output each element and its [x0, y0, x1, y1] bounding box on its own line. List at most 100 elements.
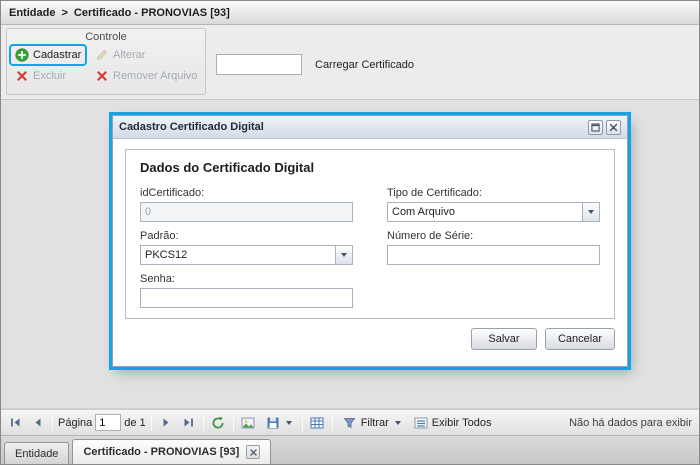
controle-group-title: Controle: [85, 31, 127, 43]
exibir-todos-button[interactable]: Exibir Todos: [409, 414, 497, 432]
padrao-combobox[interactable]: [140, 245, 353, 265]
dialog-header[interactable]: Cadastro Certificado Digital: [113, 116, 627, 139]
cadastrar-button-label: Cadastrar: [33, 49, 82, 61]
padrao-dropdown-trigger[interactable]: [335, 246, 352, 264]
idcertificado-input: [140, 202, 353, 222]
first-page-icon: [11, 418, 20, 427]
breadcrumb: Entidade > Certificado - PRONOVIAS [93]: [1, 1, 699, 25]
padrao-input[interactable]: [140, 245, 353, 265]
toolbar: Controle Cadastrar Alterar Excluir Remov…: [1, 25, 699, 100]
dialog-title: Cadastro Certificado Digital: [119, 121, 264, 133]
show-all-icon: [414, 416, 428, 430]
application-window: Entidade > Certificado - PRONOVIAS [93] …: [0, 0, 700, 465]
grid-icon: [310, 417, 324, 428]
excluir-button[interactable]: Excluir: [11, 67, 70, 85]
next-page-button[interactable]: [157, 413, 176, 432]
first-page-button[interactable]: [6, 413, 25, 432]
tab-certificado-pronovias[interactable]: Certificado - PRONOVIAS [93]: [72, 439, 272, 464]
breadcrumb-separator: >: [61, 6, 68, 19]
controle-button-group: Controle Cadastrar Alterar Excluir Remov…: [6, 28, 206, 95]
content-area: Cadastro Certificado Digital Dados do Ce…: [1, 100, 699, 409]
dialog-footer: Salvar Cancelar: [113, 319, 627, 359]
tab-certificado-label: Certificado - PRONOVIAS [93]: [83, 446, 240, 458]
tab-close-button[interactable]: [246, 445, 261, 459]
certificado-form-panel: Dados do Certificado Digital idCertifica…: [125, 149, 615, 319]
paging-toolbar: Página de 1 Filtrar: [1, 409, 699, 436]
edit-icon: [95, 48, 109, 62]
status-text: Não há dados para exibir: [569, 416, 692, 429]
filtrar-button-label: Filtrar: [360, 416, 389, 429]
filtrar-button[interactable]: Filtrar: [338, 414, 406, 432]
toolbar-separator: [202, 414, 204, 431]
numero-serie-label: Número de Série:: [387, 230, 474, 242]
page-label: Página: [58, 416, 93, 429]
export-menu-button[interactable]: [261, 414, 297, 432]
maximize-icon: [591, 122, 600, 132]
carregar-certificado-label: Carregar Certificado: [315, 59, 415, 71]
breadcrumb-current: Certificado - PRONOVIAS [93]: [73, 6, 230, 19]
refresh-icon: [212, 416, 224, 428]
breadcrumb-entidade[interactable]: Entidade: [9, 7, 55, 19]
field-padrao: Padrão:: [140, 230, 353, 265]
idcertificado-label: idCertificado:: [140, 187, 205, 199]
dialog-body: Dados do Certificado Digital idCertifica…: [113, 139, 627, 319]
tipo-certificado-combobox[interactable]: [387, 202, 600, 222]
cadastrar-button[interactable]: Cadastrar: [11, 46, 85, 64]
previous-page-button[interactable]: [28, 413, 47, 432]
export-image-button[interactable]: [239, 413, 258, 432]
remover-arquivo-button[interactable]: Remover Arquivo: [91, 67, 201, 85]
refresh-button[interactable]: [209, 413, 228, 432]
next-page-icon: [163, 418, 169, 427]
controle-buttons: Cadastrar Alterar Excluir Remover Arquiv…: [7, 45, 205, 85]
close-button[interactable]: [606, 119, 621, 135]
senha-label: Senha:: [140, 273, 175, 285]
close-icon: [250, 448, 257, 456]
toolbar-separator: [150, 414, 152, 431]
exibir-todos-button-label: Exibir Todos: [431, 416, 492, 429]
chevron-down-icon: [394, 420, 401, 425]
tipo-certificado-input[interactable]: [387, 202, 600, 222]
field-tipo-certificado: Tipo de Certificado:: [387, 187, 600, 222]
add-icon: [15, 48, 29, 62]
toolbar-separator: [52, 414, 53, 431]
alterar-button-label: Alterar: [113, 49, 146, 61]
toolbar-separator: [232, 414, 234, 431]
page-number-input[interactable]: [95, 414, 122, 431]
senha-input[interactable]: [140, 288, 353, 308]
previous-page-icon: [35, 418, 41, 427]
page-count-label: de 1: [124, 416, 146, 429]
maximize-button[interactable]: [588, 119, 603, 135]
filter-icon: [343, 416, 357, 430]
toolbar-separator: [301, 414, 303, 431]
close-icon: [609, 123, 618, 131]
carregar-certificado-input[interactable]: [216, 54, 302, 75]
field-senha: Senha:: [140, 273, 353, 308]
field-empty: [387, 273, 600, 308]
excluir-button-label: Excluir: [33, 70, 67, 82]
remover-arquivo-button-label: Remover Arquivo: [113, 70, 198, 82]
salvar-button[interactable]: Salvar: [470, 328, 537, 350]
last-page-button[interactable]: [179, 413, 198, 432]
remove-file-icon: [95, 69, 109, 83]
bottom-tab-bar: Entidade Certificado - PRONOVIAS [93]: [1, 436, 699, 464]
chevron-down-icon: [285, 420, 292, 425]
form-grid: idCertificado: Tipo de Certificado:: [140, 187, 600, 308]
alterar-button[interactable]: Alterar: [91, 46, 149, 64]
dialog-tools: [588, 119, 621, 135]
padrao-label: Padrão:: [140, 230, 179, 242]
tipo-certificado-dropdown-trigger[interactable]: [582, 203, 599, 221]
cancelar-button[interactable]: Cancelar: [544, 328, 615, 350]
delete-icon: [15, 69, 29, 83]
field-numero-serie: Número de Série:: [387, 230, 600, 265]
chevron-down-icon: [341, 253, 347, 257]
grid-columns-button[interactable]: [308, 413, 327, 432]
field-idcertificado: idCertificado:: [140, 187, 353, 222]
last-page-icon: [184, 418, 193, 427]
export-menu-icon: [267, 417, 279, 428]
cadastro-certificado-dialog: Cadastro Certificado Digital Dados do Ce…: [112, 115, 628, 367]
form-section-title: Dados do Certificado Digital: [140, 160, 315, 175]
tab-entidade-label: Entidade: [15, 447, 59, 460]
tab-entidade[interactable]: Entidade: [4, 442, 70, 464]
numero-serie-input[interactable]: [387, 245, 600, 265]
toolbar-separator: [331, 414, 333, 431]
